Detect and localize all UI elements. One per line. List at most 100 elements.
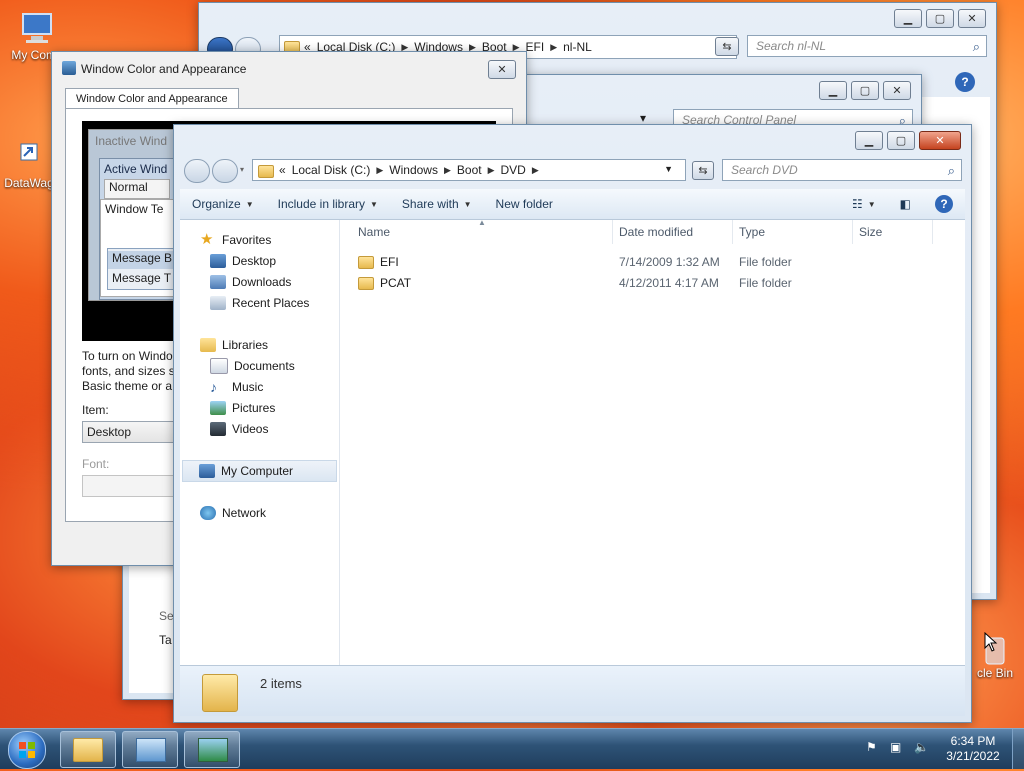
maximize-button[interactable]: ▢ bbox=[926, 9, 954, 28]
help-text-line: Basic theme or a bbox=[82, 379, 173, 393]
search-icon: ⌕ bbox=[972, 39, 980, 54]
taskbar-appearance-button[interactable] bbox=[184, 731, 240, 768]
tab-label: Window Color and Appearance bbox=[76, 93, 228, 105]
maximize-button[interactable]: ▢ bbox=[851, 81, 879, 100]
minimize-button[interactable]: ▁ bbox=[855, 131, 883, 150]
address-segment[interactable]: Local Disk (C:) bbox=[292, 163, 371, 177]
clock[interactable]: 6:34 PM 3/21/2022 bbox=[938, 734, 1008, 764]
column-header-size[interactable]: Size bbox=[853, 220, 933, 244]
column-header-type[interactable]: Type bbox=[733, 220, 853, 244]
item-selected-value: Desktop bbox=[87, 425, 132, 439]
close-button[interactable]: ✕ bbox=[919, 131, 961, 150]
minimize-button[interactable]: ▁ bbox=[894, 9, 922, 28]
change-view-button[interactable]: ☷ ▼ bbox=[840, 197, 888, 211]
close-button[interactable]: ✕ bbox=[958, 9, 986, 28]
computer-icon bbox=[199, 464, 215, 478]
taskbar-explorer-button[interactable] bbox=[60, 731, 116, 768]
music-icon: ♪ bbox=[210, 379, 217, 395]
new-folder-label: New folder bbox=[495, 197, 553, 211]
nav-pictures[interactable]: Pictures bbox=[210, 398, 339, 418]
taskbar-control-panel-button[interactable] bbox=[122, 731, 178, 768]
tab-window-color[interactable]: Window Color and Appearance bbox=[65, 88, 239, 109]
show-desktop-button[interactable] bbox=[1012, 729, 1024, 769]
maximize-button[interactable]: ▢ bbox=[887, 131, 915, 150]
nav-downloads[interactable]: Downloads bbox=[210, 272, 339, 292]
preview-active-title: Active Wind bbox=[104, 162, 168, 176]
star-icon: ★ bbox=[200, 231, 214, 248]
address-bar[interactable]: « Local Disk (C:) ▶ Windows ▶ Boot ▶ DVD ▶ ▼ bbox=[252, 159, 686, 181]
recent-pages-dropdown-icon[interactable]: ▾ bbox=[240, 165, 244, 174]
address-dropdown-icon[interactable]: ▼ bbox=[664, 164, 673, 174]
search-input[interactable]: Search nl-NL ⌕ bbox=[747, 35, 987, 57]
dialog-app-icon bbox=[62, 61, 76, 75]
forward-button[interactable] bbox=[212, 159, 238, 183]
nav-my-computer[interactable]: My Computer bbox=[182, 460, 337, 482]
file-name-cell: EFI bbox=[358, 255, 399, 270]
chevron-down-icon: ▼ bbox=[370, 199, 378, 209]
folder-large-icon bbox=[202, 674, 238, 712]
preview-message-text: Message T bbox=[112, 271, 172, 285]
nav-label: Pictures bbox=[232, 401, 276, 415]
nav-label: Libraries bbox=[222, 338, 269, 352]
refresh-button[interactable]: ⇆ bbox=[692, 161, 714, 180]
help-icon: ? bbox=[935, 195, 953, 213]
file-type: File folder bbox=[739, 255, 792, 269]
videos-icon bbox=[210, 422, 226, 436]
explorer-window[interactable]: ▁ ▢ ✕ ▾ « Local Disk (C:) ▶ Windows ▶ Boot… bbox=[173, 124, 972, 723]
nav-music[interactable]: ♪ Music bbox=[210, 377, 339, 397]
minimize-button[interactable]: ▁ bbox=[819, 81, 847, 100]
action-center-icon[interactable]: ▣ bbox=[890, 740, 901, 754]
computer-icon bbox=[17, 12, 57, 46]
documents-icon bbox=[210, 358, 228, 374]
nav-label: Downloads bbox=[232, 275, 292, 289]
organize-label: Organize bbox=[192, 197, 241, 211]
volume-icon[interactable]: 🔈 bbox=[914, 740, 929, 754]
windows-logo-icon bbox=[19, 742, 35, 758]
start-button[interactable] bbox=[8, 731, 46, 769]
network-icon bbox=[200, 506, 216, 520]
nav-documents[interactable]: Documents bbox=[210, 356, 339, 376]
nav-favorites[interactable]: ★ Favorites bbox=[200, 230, 339, 250]
back-button[interactable] bbox=[184, 159, 210, 183]
file-date: 7/14/2009 1:32 AM bbox=[619, 255, 720, 269]
address-segment[interactable]: Windows bbox=[389, 163, 438, 177]
preview-pane-button[interactable]: ◧ bbox=[888, 197, 923, 211]
folder-icon bbox=[358, 256, 374, 270]
refresh-button[interactable]: ⇆ bbox=[715, 37, 739, 56]
nav-recent-places[interactable]: Recent Places bbox=[210, 293, 339, 313]
new-folder-button[interactable]: New folder bbox=[484, 197, 565, 211]
nav-desktop[interactable]: Desktop bbox=[210, 251, 339, 271]
pictures-icon bbox=[210, 401, 226, 415]
nav-network[interactable]: Network bbox=[200, 503, 339, 523]
file-row[interactable]: EFI 7/14/2009 1:32 AM File folder bbox=[358, 252, 959, 273]
include-label: Include in library bbox=[277, 197, 365, 211]
help-button[interactable]: ? bbox=[923, 195, 965, 213]
address-segment[interactable]: DVD bbox=[501, 163, 526, 177]
column-label: Type bbox=[739, 225, 766, 239]
nav-label: Network bbox=[222, 506, 267, 520]
nav-videos[interactable]: Videos bbox=[210, 419, 339, 439]
search-input[interactable]: Search DVD ⌕ bbox=[722, 159, 962, 181]
address-segment[interactable]: Boot bbox=[457, 163, 482, 177]
share-with-button[interactable]: Share with ▼ bbox=[390, 197, 484, 211]
file-name-cell: PCAT bbox=[358, 276, 411, 291]
help-text-line: fonts, and sizes se bbox=[82, 364, 182, 378]
network-warning-icon[interactable]: ⚑ bbox=[866, 740, 877, 754]
nav-label: Music bbox=[232, 380, 264, 394]
chevron-down-icon: ▼ bbox=[463, 199, 472, 209]
address-segment[interactable]: nl-NL bbox=[563, 40, 592, 54]
include-in-library-button[interactable]: Include in library ▼ bbox=[266, 197, 390, 211]
organize-button[interactable]: Organize ▼ bbox=[180, 197, 266, 211]
column-header-date[interactable]: Date modified bbox=[613, 220, 733, 244]
dialog-title: Window Color and Appearance bbox=[81, 62, 247, 76]
nav-label: My Computer bbox=[221, 464, 294, 478]
nav-libraries[interactable]: Libraries bbox=[200, 335, 339, 355]
close-button[interactable]: ✕ bbox=[488, 60, 516, 79]
folder-icon bbox=[258, 165, 274, 178]
nav-label: Videos bbox=[232, 422, 269, 436]
address-overflow[interactable]: « bbox=[279, 163, 286, 177]
address-segment[interactable]: EFI bbox=[526, 40, 545, 54]
help-icon[interactable]: ? bbox=[955, 72, 975, 92]
close-button[interactable]: ✕ bbox=[883, 81, 911, 100]
file-row[interactable]: PCAT 4/12/2011 4:17 AM File folder bbox=[358, 273, 959, 294]
